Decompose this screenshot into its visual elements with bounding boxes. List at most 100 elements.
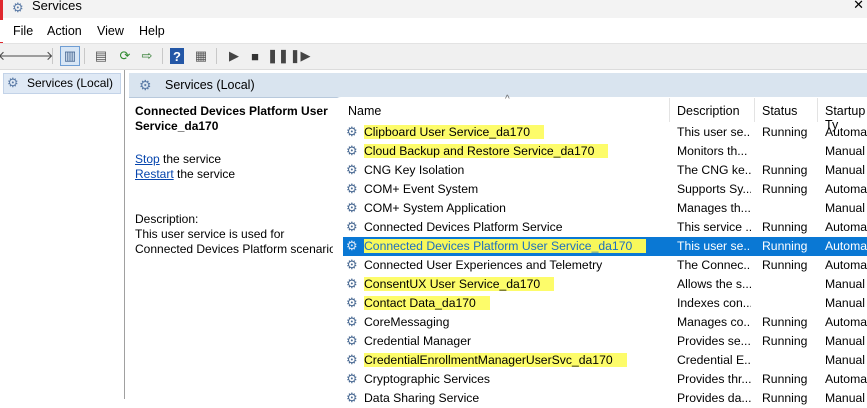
service-row[interactable]: ⚙ Cloud Backup and Restore Service_da170 M… <box>343 142 867 161</box>
service-startup-type: Manual <box>825 296 867 310</box>
stop-icon[interactable]: ■ <box>246 47 264 65</box>
service-description-cell: Provides thr... <box>677 372 751 386</box>
service-startup-type: Automa <box>825 220 867 234</box>
menu-view[interactable]: View <box>97 24 124 38</box>
properties-icon[interactable]: ▤ <box>92 47 110 65</box>
service-name-text: Connected User Experiences and Telemetry <box>364 258 603 272</box>
tree-node-services-local[interactable]: ⚙ Services (Local) <box>3 73 121 94</box>
column-header-name[interactable]: Name <box>348 104 381 118</box>
resume-icon[interactable]: ❚▶ <box>290 47 311 65</box>
service-gear-icon: ⚙ <box>346 219 358 234</box>
service-row[interactable]: ⚙ Connected User Experiences and Telemetr… <box>343 256 867 275</box>
tree-node-label: Services (Local) <box>27 76 114 90</box>
export-list-icon[interactable]: ⇨ <box>138 47 156 65</box>
service-description-cell-text: Monitors th... <box>677 144 748 158</box>
service-description-cell: Provides da... <box>677 391 751 405</box>
service-status: Running <box>762 239 820 253</box>
service-gear-icon: ⚙ <box>346 371 358 386</box>
menu-file[interactable]: File <box>13 24 33 38</box>
help-icon[interactable]: ? <box>170 48 184 64</box>
service-row[interactable]: ⚙ Cryptographic Services Provides thr... Ru… <box>343 370 867 389</box>
service-row[interactable]: ⚙ ConsentUX User Service_da170 Allows the … <box>343 275 867 294</box>
service-description-cell-text: Indexes con... <box>677 296 751 310</box>
service-row[interactable]: ⚙ Contact Data_da170 Indexes con... Manual <box>343 294 867 313</box>
content-header-label: Services (Local) <box>165 78 255 92</box>
service-status-text: Running <box>762 163 808 177</box>
service-row[interactable]: ⚙ CredentialEnrollmentManagerUserSvc_da17… <box>343 351 867 370</box>
service-name-text: Connected Devices Platform User Service_… <box>364 239 647 253</box>
service-description-cell: This user se... <box>677 125 751 139</box>
service-row[interactable]: ⚙ COM+ System Application Manages th... Man… <box>343 199 867 218</box>
menu-action[interactable]: Action <box>47 24 82 38</box>
close-icon[interactable]: ✕ <box>853 0 864 13</box>
service-startup-type-text: Manual <box>825 334 865 348</box>
service-description-cell-text: This user se... <box>677 125 751 139</box>
play-icon[interactable]: ▶ <box>225 47 243 65</box>
service-description-cell-text: Manages co... <box>677 315 751 329</box>
column-separator[interactable] <box>754 98 755 122</box>
service-row[interactable]: ⚙ Credential Manager Provides se... Running… <box>343 332 867 351</box>
service-status-text: Running <box>762 125 808 139</box>
service-gear-icon: ⚙ <box>346 333 358 348</box>
service-description-cell: Manages th... <box>677 201 751 215</box>
console-tree-icon[interactable]: ▥ <box>60 46 80 66</box>
restart-link-suffix: the service <box>173 167 236 181</box>
service-name: Connected User Experiences and Telemetry <box>364 258 669 272</box>
service-gear-icon: ⚙ <box>346 390 358 405</box>
refresh-icon[interactable]: ⟳ <box>116 47 134 65</box>
service-startup-type: Manual <box>825 277 867 291</box>
extended-description-pane: Connected Devices Platform User Service_… <box>135 104 342 256</box>
description-label: Description: <box>135 212 199 226</box>
service-description-cell: Allows the s... <box>677 277 751 291</box>
details-view-icon[interactable]: ▦ <box>192 47 210 65</box>
service-row[interactable]: ⚙ CoreMessaging Manages co... Running Automa <box>343 313 867 332</box>
service-row[interactable]: ⚙ COM+ Event System Supports Sy... Running A… <box>343 180 867 199</box>
service-startup-type-text: Automa <box>825 239 867 253</box>
service-description-cell-text: Manages th... <box>677 201 751 215</box>
service-status-text: Running <box>762 258 808 272</box>
menu-help[interactable]: Help <box>139 24 165 38</box>
service-status-text: Running <box>762 315 808 329</box>
service-startup-type: Manual <box>825 353 867 367</box>
service-name-text: CredentialEnrollmentManagerUserSvc_da170 <box>364 353 627 367</box>
service-description-cell-text: Provides thr... <box>677 372 751 386</box>
column-separator[interactable] <box>669 98 670 122</box>
service-row[interactable]: ⚙ CNG Key Isolation The CNG ke... Running Ma… <box>343 161 867 180</box>
service-row[interactable]: ⚙ Clipboard User Service_da170 This user s… <box>343 123 867 142</box>
service-description-cell: This user se... <box>677 239 751 253</box>
service-name-text: COM+ System Application <box>364 201 506 215</box>
service-name: Cloud Backup and Restore Service_da170 <box>364 144 669 158</box>
column-header-description[interactable]: Description <box>677 104 740 118</box>
service-name: COM+ System Application <box>364 201 669 215</box>
restart-link[interactable]: Restart <box>135 167 174 181</box>
column-separator[interactable] <box>817 98 818 122</box>
content-header: ⚙ Services (Local) <box>129 73 867 98</box>
service-name-text: Cryptographic Services <box>364 372 490 386</box>
service-row[interactable]: ⚙ Connected Devices Platform Service This … <box>343 218 867 237</box>
toolbar: 🡐 🡒 ▥ ▤ ⟳ ⇨ ? ▦ ▶ ■ ❚❚ ❚▶ <box>0 43 867 70</box>
service-startup-type: Automa <box>825 239 867 253</box>
service-description-cell: Provides se... <box>677 334 751 348</box>
service-startup-type: Manual <box>825 144 867 158</box>
service-startup-type-text: Automa <box>825 315 867 329</box>
service-description-cell-text: The Connec... <box>677 258 751 272</box>
service-startup-type: Automa <box>825 372 867 386</box>
toolbar-separator <box>162 48 163 64</box>
service-name-text: Cloud Backup and Restore Service_da170 <box>364 144 609 158</box>
selected-service-title: Connected Devices Platform User Service_… <box>135 104 328 133</box>
service-description-cell-text: Provides da... <box>677 391 751 405</box>
pause-icon[interactable]: ❚❚ <box>267 47 289 65</box>
service-gear-icon: ⚙ <box>346 181 358 196</box>
service-status-text: Running <box>762 182 808 196</box>
service-startup-type-text: Automa <box>825 182 867 196</box>
service-description-cell-text: The CNG ke... <box>677 163 751 177</box>
forward-arrow-icon[interactable]: 🡒 <box>19 47 54 65</box>
service-status: Running <box>762 315 820 329</box>
service-row[interactable]: ⚙ Connected Devices Platform User Service… <box>343 237 867 256</box>
service-name: Connected Devices Platform User Service_… <box>364 239 669 253</box>
service-startup-type-text: Manual <box>825 391 865 405</box>
column-header-status[interactable]: Status <box>762 104 797 118</box>
stop-link[interactable]: Stop <box>135 152 160 166</box>
service-status: Running <box>762 220 820 234</box>
service-description-cell: Indexes con... <box>677 296 751 310</box>
